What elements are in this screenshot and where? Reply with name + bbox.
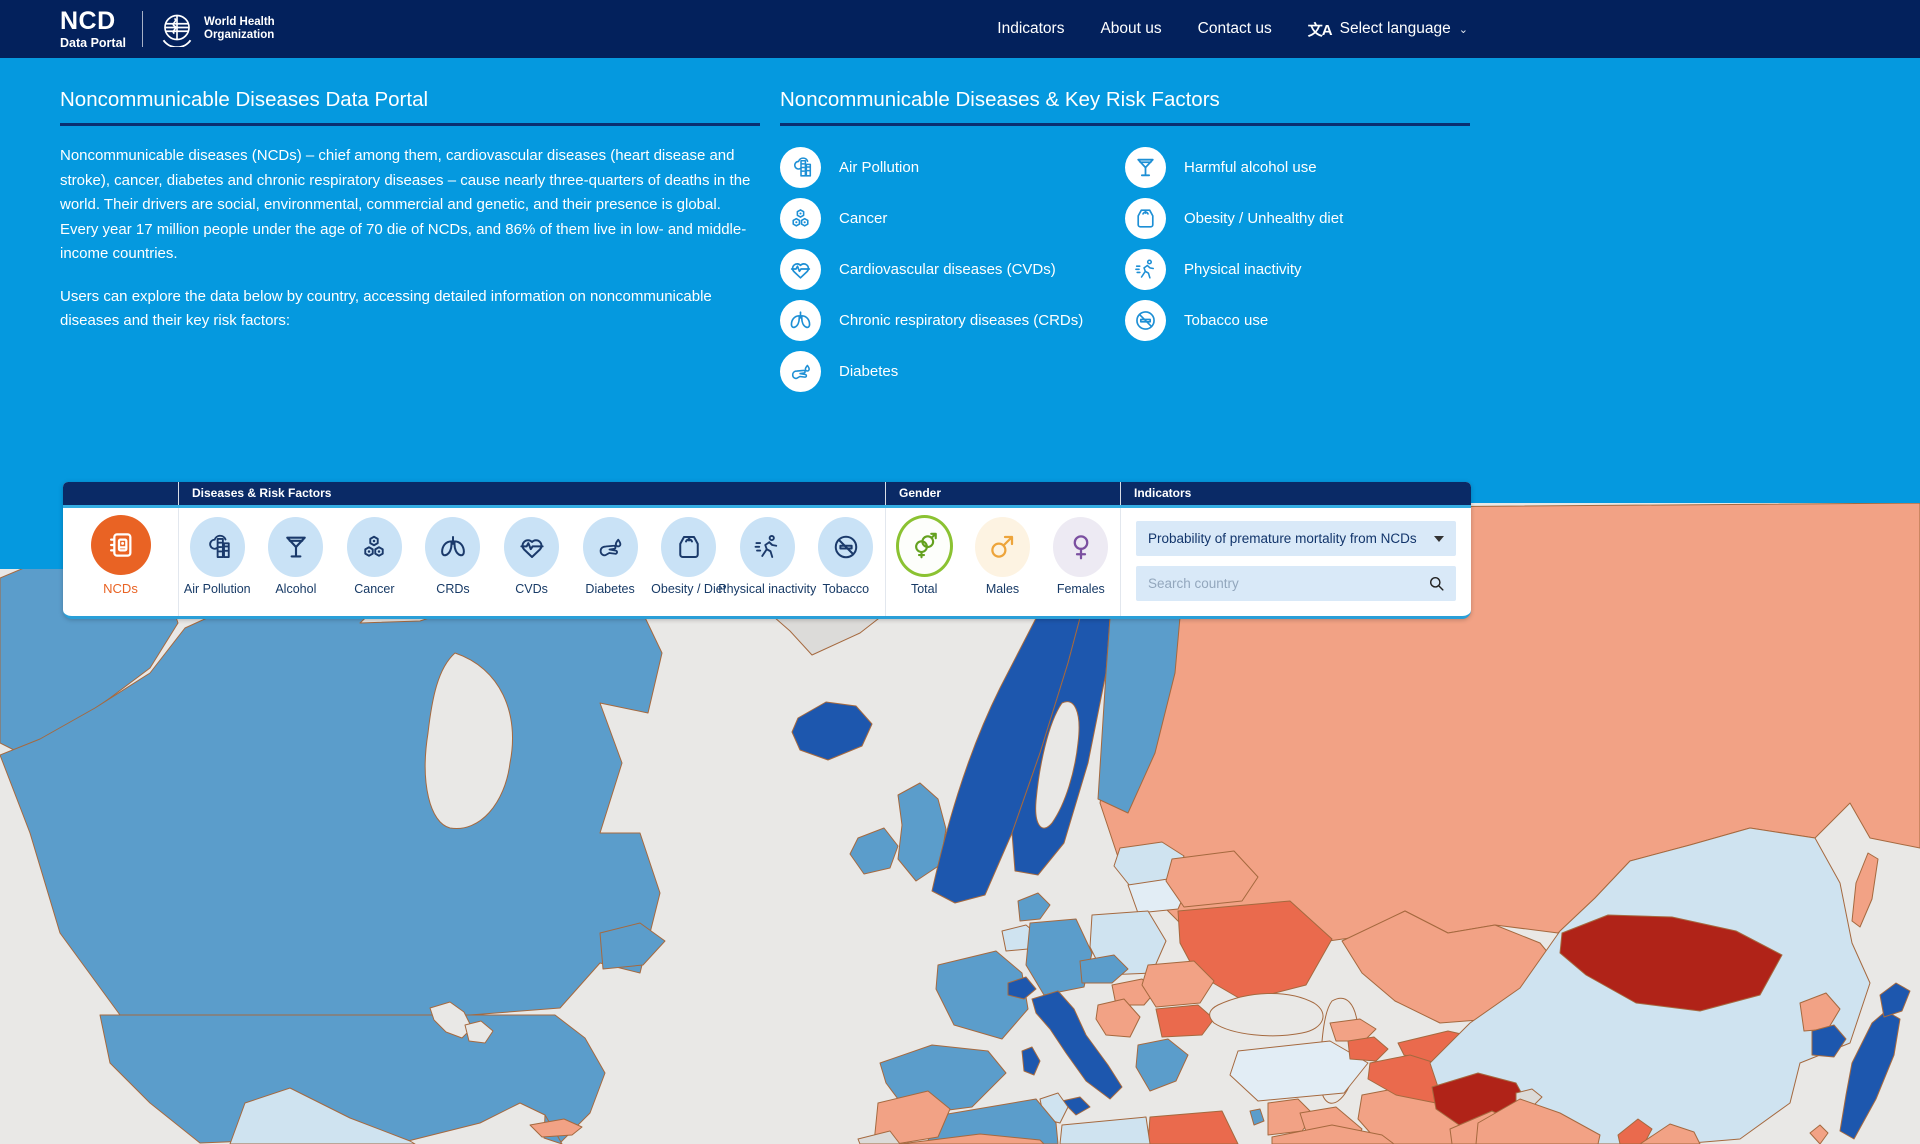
- language-selector[interactable]: 文A Select language ⌄: [1308, 19, 1468, 40]
- risk-item-tobacco: Tobacco use: [1125, 295, 1470, 346]
- top-navbar: NCD Data Portal World Health Organizatio…: [0, 0, 1920, 58]
- risk-item-diabetes: Diabetes: [780, 346, 1125, 397]
- ncd-report-icon: [105, 529, 137, 561]
- lungs-icon: [425, 517, 480, 577]
- risk-factors-title: Noncommunicable Diseases & Key Risk Fact…: [780, 80, 1470, 126]
- filter-disease-physical-inactivity[interactable]: Physical inactivity: [728, 508, 807, 616]
- risk-factors-col2: Harmful alcohol use Obesity / Unhealthy …: [1125, 142, 1470, 397]
- who-logo: World Health Organization: [159, 11, 275, 47]
- caret-down-icon: [1434, 536, 1444, 542]
- weight-scale-icon: [661, 517, 716, 577]
- filter-ncds-section: NCDs: [63, 508, 178, 616]
- filter-disease-crds[interactable]: CRDs: [414, 508, 493, 616]
- risk-factors-block: Noncommunicable Diseases & Key Risk Fact…: [780, 80, 1470, 397]
- section-label-diseases: Diseases & Risk Factors: [192, 486, 331, 500]
- filter-gender-males[interactable]: Males: [963, 508, 1041, 616]
- brand-divider: [142, 11, 143, 47]
- filter-disease-diabetes[interactable]: Diabetes: [571, 508, 650, 616]
- who-name-line2: Organization: [204, 29, 275, 42]
- language-label: Select language: [1340, 20, 1451, 38]
- nav-about-us[interactable]: About us: [1100, 20, 1161, 38]
- heart-pulse-icon: [780, 249, 821, 290]
- female-icon: [1053, 517, 1108, 577]
- filter-disease-cvds[interactable]: CVDs: [492, 508, 571, 616]
- runner-icon: [1125, 249, 1166, 290]
- hero-section: Noncommunicable Diseases Data Portal Non…: [0, 58, 1920, 503]
- filter-panel-header: Diseases & Risk Factors Gender Indicator…: [63, 482, 1471, 508]
- filter-disease-alcohol[interactable]: Alcohol: [257, 508, 336, 616]
- nav-contact-us[interactable]: Contact us: [1198, 20, 1272, 38]
- nav-indicators[interactable]: Indicators: [997, 20, 1064, 38]
- air-pollution-icon: [780, 147, 821, 188]
- search-country-input[interactable]: [1136, 566, 1456, 601]
- section-label-indicators: Indicators: [1134, 486, 1191, 500]
- filter-disease-obesity-diet[interactable]: Obesity / Diet: [649, 508, 728, 616]
- weight-scale-icon: [1125, 198, 1166, 239]
- ncd-logo: NCD Data Portal: [60, 9, 126, 50]
- filter-gender-total[interactable]: Total: [885, 508, 963, 616]
- nav-links: Indicators About us Contact us 文A Select…: [997, 19, 1468, 40]
- filter-ncds-label: NCDs: [103, 581, 138, 596]
- blood-drop-hand-icon: [583, 517, 638, 577]
- filter-disease-air-pollution[interactable]: Air Pollution: [178, 508, 257, 616]
- hero-corner-decoration: [0, 503, 64, 569]
- heart-pulse-icon: [504, 517, 559, 577]
- brand-block[interactable]: NCD Data Portal World Health Organizatio…: [60, 9, 275, 50]
- risk-item-inactivity: Physical inactivity: [1125, 244, 1470, 295]
- martini-glass-icon: [268, 517, 323, 577]
- who-name-line1: World Health: [204, 16, 275, 29]
- filter-disease-cancer[interactable]: Cancer: [335, 508, 414, 616]
- chevron-down-icon: ⌄: [1459, 23, 1468, 36]
- intro-paragraph-1: Noncommunicable diseases (NCDs) – chief …: [60, 144, 760, 267]
- indicator-dropdown[interactable]: Probability of premature mortality from …: [1136, 521, 1456, 556]
- section-label-gender: Gender: [899, 486, 941, 500]
- risk-item-alcohol: Harmful alcohol use: [1125, 142, 1470, 193]
- no-smoking-icon: [1125, 300, 1166, 341]
- risk-item-cancer: Cancer: [780, 193, 1125, 244]
- filter-indicators-section: Probability of premature mortality from …: [1120, 508, 1471, 616]
- risk-item-cvds: Cardiovascular diseases (CVDs): [780, 244, 1125, 295]
- filter-disease-tobacco[interactable]: Tobacco: [807, 508, 886, 616]
- filter-gender-females[interactable]: Females: [1042, 508, 1120, 616]
- blood-drop-hand-icon: [780, 351, 821, 392]
- filter-gender-section: Total Males Females: [885, 508, 1120, 616]
- filter-diseases-section: Air Pollution Alcohol Cancer CRDs CVDs D…: [178, 508, 885, 616]
- map-country-egypt: [1148, 1111, 1238, 1144]
- male-icon: [975, 517, 1030, 577]
- brand-title: NCD: [60, 9, 126, 34]
- martini-glass-icon: [1125, 147, 1166, 188]
- indicator-dropdown-value: Probability of premature mortality from …: [1148, 531, 1417, 546]
- translate-icon: 文A: [1308, 19, 1332, 40]
- risk-item-air-pollution: Air Pollution: [780, 142, 1125, 193]
- no-smoking-icon: [818, 517, 873, 577]
- cancer-icon: [780, 198, 821, 239]
- lungs-icon: [780, 300, 821, 341]
- cancer-icon: [347, 517, 402, 577]
- risk-item-obesity: Obesity / Unhealthy diet: [1125, 193, 1470, 244]
- intro-paragraph-2: Users can explore the data below by coun…: [60, 285, 760, 334]
- filter-panel: Diseases & Risk Factors Gender Indicator…: [63, 482, 1471, 619]
- risk-factors-col1: Air Pollution Cancer Cardiovascular dise…: [780, 142, 1125, 397]
- filter-ncds-button[interactable]: [91, 515, 151, 575]
- search-icon[interactable]: [1427, 574, 1446, 593]
- filter-panel-body: NCDs Air Pollution Alcohol Cancer CRDs C…: [63, 508, 1471, 616]
- page-title: Noncommunicable Diseases Data Portal: [60, 80, 760, 126]
- runner-icon: [740, 517, 795, 577]
- who-emblem-icon: [159, 11, 195, 47]
- air-pollution-icon: [190, 517, 245, 577]
- brand-subtitle: Data Portal: [60, 37, 126, 50]
- risk-item-crds: Chronic respiratory diseases (CRDs): [780, 295, 1125, 346]
- hero-intro: Noncommunicable Diseases Data Portal Non…: [60, 80, 760, 334]
- gender-total-icon: [896, 515, 953, 577]
